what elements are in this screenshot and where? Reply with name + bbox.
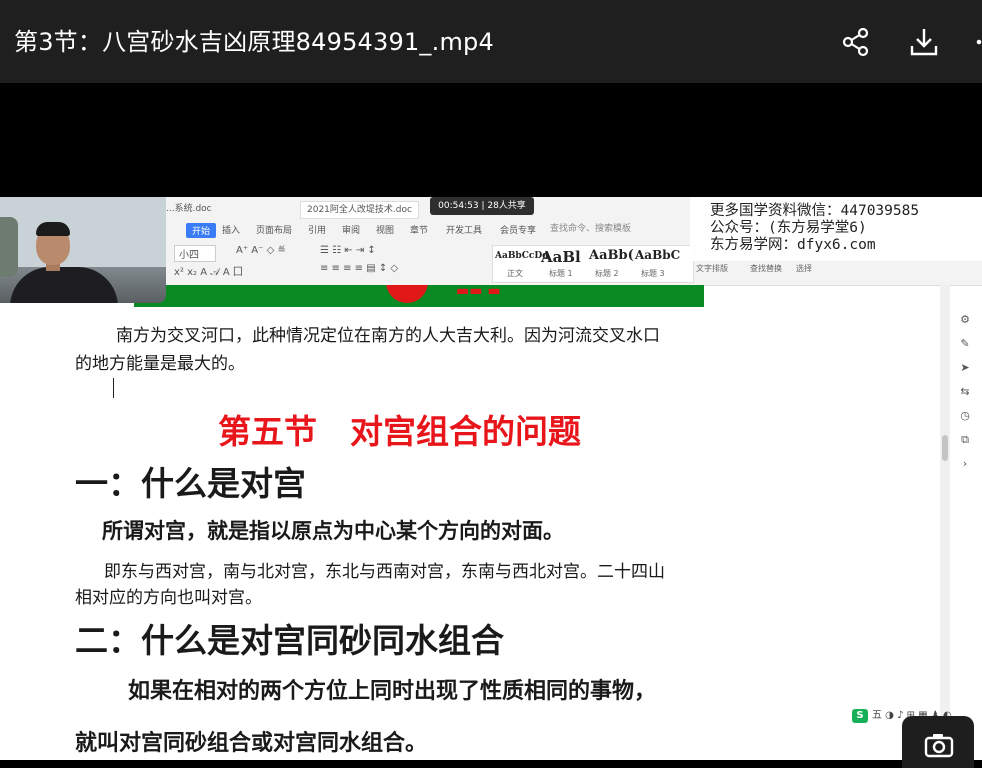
red-banner-mark: ▬▬ ▬ [456, 285, 501, 299]
body-paragraph-bold: 如果在相对的两个方位上同时出现了性质相同的事物， [128, 679, 657, 704]
wps-logo-icon: S [852, 709, 868, 723]
style-gallery: AaBbCcDd AaBl AaBb( AaBbC 正文 标题 1 标题 2 标… [492, 245, 694, 283]
red-semicircle [386, 285, 428, 303]
tab-insert[interactable]: 插入 [222, 223, 240, 236]
style-h3-label: 标题 3 [641, 269, 665, 278]
text-cursor [113, 378, 114, 398]
style-h1-label: 标题 1 [549, 269, 573, 278]
screenshot-button[interactable] [902, 716, 974, 768]
tab-developer[interactable]: 开发工具 [446, 223, 482, 236]
section-title: 第五节 对宫组合的问题 [218, 412, 581, 451]
style-h1-sample[interactable]: AaBl [541, 248, 581, 266]
download-icon[interactable] [906, 24, 942, 60]
superscript-icon[interactable]: x² x₂ A 𝒜 A 囗 [174, 263, 243, 278]
chevron-right-icon[interactable]: › [958, 457, 972, 471]
tab-chapter[interactable]: 章节 [410, 223, 428, 236]
presenter-body [10, 267, 118, 303]
watermark-line: 更多国学资料微信：447039585 [710, 203, 920, 219]
player-top-bar: 第3节：八宫砂水吉凶原理84954391_.mp4 [0, 0, 982, 83]
find-replace-button[interactable]: 查找替换 [750, 263, 782, 274]
webcam-plant [0, 217, 18, 277]
body-paragraph: 南方为交叉河口，此种情况定位在南方的人大吉大利。因为河流交叉水口 [116, 326, 660, 346]
body-paragraph: 的地方能量是最大的。 [75, 354, 245, 374]
shared-document-view: ...系统.doc 2021阿全人改堤技术.doc 00:54:53 | 28人… [0, 197, 982, 760]
tab-home[interactable]: 开始 [186, 223, 217, 238]
list-icon[interactable]: ☰ ☷ ⇤ ⇥ ↕ [320, 245, 376, 256]
body-paragraph-bold: 就叫对宫同砂组合或对宫同水组合。 [75, 731, 428, 756]
tab-layout[interactable]: 页面布局 [256, 223, 292, 236]
panel-toggle-icon[interactable]: ⚙ [958, 313, 972, 327]
style-h2-label: 标题 2 [595, 269, 619, 278]
scrollbar-thumb[interactable] [942, 435, 948, 461]
file-tab-active[interactable]: 2021阿全人改堤技术.doc [300, 201, 419, 219]
tab-view[interactable]: 视图 [376, 223, 394, 236]
select-button[interactable]: 选择 [796, 263, 812, 274]
tab-references[interactable]: 引用 [308, 223, 326, 236]
green-banner-image: ▬▬ ▬ [134, 285, 704, 307]
body-paragraph: 相对应的方向也叫对宫。 [75, 588, 262, 608]
meeting-timer: 00:54:53 | 28人共享 [430, 197, 534, 215]
presenter-hair [36, 222, 70, 236]
grow-font-icon[interactable]: A⁺ A⁻ ◇ ≝ [236, 245, 286, 256]
camera-icon[interactable] [902, 716, 974, 760]
webcam-overlay [0, 197, 166, 303]
settings-icon[interactable]: ⇆ [958, 385, 972, 399]
heading-2: 二：什么是对宫同砂同水组合 [75, 621, 504, 660]
video-title: 第3节：八宫砂水吉凶原理84954391_.mp4 [14, 28, 494, 56]
tab-review[interactable]: 审阅 [342, 223, 360, 236]
align-icon[interactable]: ≡ ≡ ≡ ≡ ▤ ↕ ◇ [320, 263, 398, 274]
more-icon[interactable] [966, 24, 982, 60]
font-size-select[interactable]: 小四 [174, 245, 216, 262]
video-letterbox [0, 83, 982, 197]
pen-icon[interactable]: ✎ [958, 337, 972, 351]
vertical-scrollbar[interactable] [940, 285, 950, 760]
definition-line: 所谓对宫，就是指以原点为中心某个方向的对面。 [102, 519, 564, 543]
style-h3-sample[interactable]: AaBbC [635, 248, 680, 262]
style-h2-sample[interactable]: AaBb( [589, 248, 634, 263]
text-layout-button[interactable]: 文字排版 [696, 263, 728, 274]
pointer-icon[interactable]: ➤ [958, 361, 972, 375]
command-search[interactable]: 查找命令、搜索模板 [550, 221, 690, 237]
watermark-line: 东方易学网：dfyx6.com [710, 237, 876, 253]
history-icon[interactable]: ◷ [958, 409, 972, 423]
share-icon[interactable] [838, 24, 874, 60]
style-normal-label: 正文 [507, 269, 523, 278]
heading-1: 一：什么是对宫 [75, 464, 306, 503]
file-tab[interactable]: ...系统.doc [160, 201, 218, 217]
tray-label: 五 [872, 710, 882, 721]
share-doc-icon[interactable]: ⧉ [958, 433, 972, 447]
watermark-line: 公众号：(东方易学堂6) [710, 220, 867, 236]
body-paragraph: 即东与西对宫，南与北对宫，东北与西南对宫，东南与西北对宫。二十四山 [104, 562, 665, 582]
watermark: 更多国学资料微信：447039585 公众号：(东方易学堂6) 东方易学网：df… [690, 197, 982, 261]
tab-member[interactable]: 会员专享 [500, 223, 536, 236]
webcam-wall [0, 197, 166, 267]
